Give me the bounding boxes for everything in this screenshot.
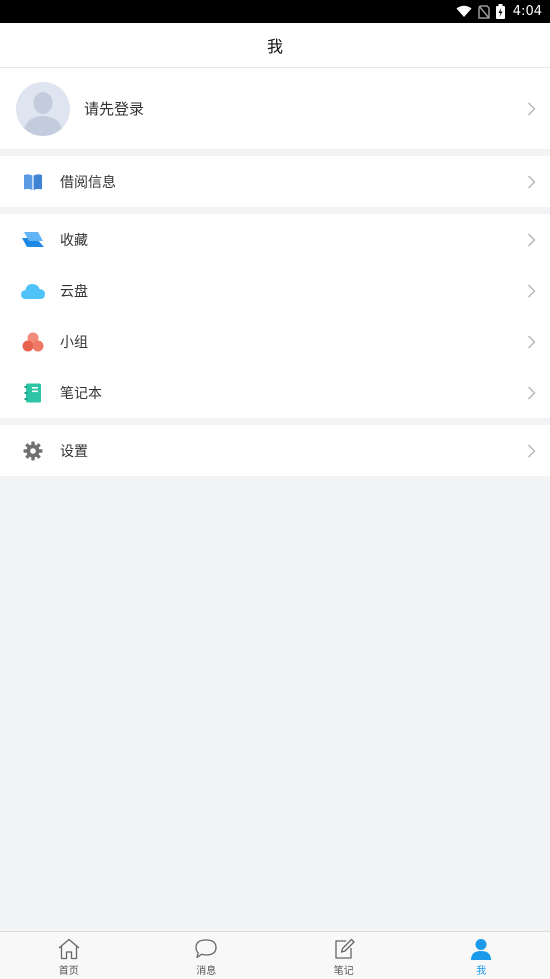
chevron-right-icon (528, 386, 536, 399)
menu-item-label: 云盘 (60, 283, 88, 300)
nav-bar: 我 (0, 23, 550, 68)
menu-group-main: 收藏 云盘 小组 笔记本 (0, 214, 550, 418)
menu-item-label: 收藏 (60, 232, 88, 249)
chevron-right-icon (528, 284, 536, 297)
menu-item-favorites[interactable]: 收藏 (0, 214, 550, 265)
battery-icon (495, 4, 505, 19)
note-icon (331, 937, 357, 961)
avatar (16, 81, 70, 136)
chevron-right-icon (528, 233, 536, 246)
tab-notes[interactable]: 笔记 (275, 932, 413, 979)
group-icon (20, 329, 46, 355)
page-title: 我 (266, 37, 283, 56)
chevron-right-icon (528, 335, 536, 348)
tab-home[interactable]: 首页 (0, 932, 138, 979)
tab-label: 首页 (58, 965, 79, 977)
chevron-right-icon (528, 102, 536, 115)
bottom-tab-bar: 首页 消息 笔记 我 (0, 931, 550, 979)
no-sim-icon (478, 4, 490, 19)
tab-me[interactable]: 我 (413, 932, 550, 979)
message-icon (193, 937, 219, 961)
login-row[interactable]: 请先登录 (0, 68, 550, 149)
chevron-right-icon (528, 175, 536, 188)
menu-group-borrow: 借阅信息 (0, 156, 550, 207)
home-icon (56, 937, 82, 961)
default-avatar-icon (16, 81, 70, 136)
tab-label: 消息 (196, 965, 217, 977)
tab-messages[interactable]: 消息 (138, 932, 276, 979)
login-prompt: 请先登录 (84, 100, 145, 118)
menu-item-settings[interactable]: 设置 (0, 425, 550, 476)
cloud-icon (20, 278, 46, 304)
menu-group-settings: 设置 (0, 425, 550, 476)
tab-label: 笔记 (333, 965, 354, 977)
wifi-icon (456, 5, 472, 18)
menu-item-label: 设置 (60, 443, 88, 460)
menu-item-label: 笔记本 (60, 385, 102, 402)
menu-item-notebook[interactable]: 笔记本 (0, 367, 550, 418)
favorites-icon (20, 227, 46, 253)
person-icon (468, 937, 494, 961)
menu-item-borrow[interactable]: 借阅信息 (0, 156, 550, 207)
gear-icon (20, 438, 46, 464)
menu-item-label: 小组 (60, 334, 88, 351)
menu-item-cloud[interactable]: 云盘 (0, 265, 550, 316)
status-time: 4:04 (512, 4, 542, 19)
book-icon (20, 169, 46, 195)
notebook-icon (20, 380, 46, 406)
status-bar: 4:04 (0, 0, 550, 23)
menu-item-group[interactable]: 小组 (0, 316, 550, 367)
menu-item-label: 借阅信息 (60, 174, 116, 191)
tab-label: 我 (476, 965, 487, 977)
chevron-right-icon (528, 444, 536, 457)
